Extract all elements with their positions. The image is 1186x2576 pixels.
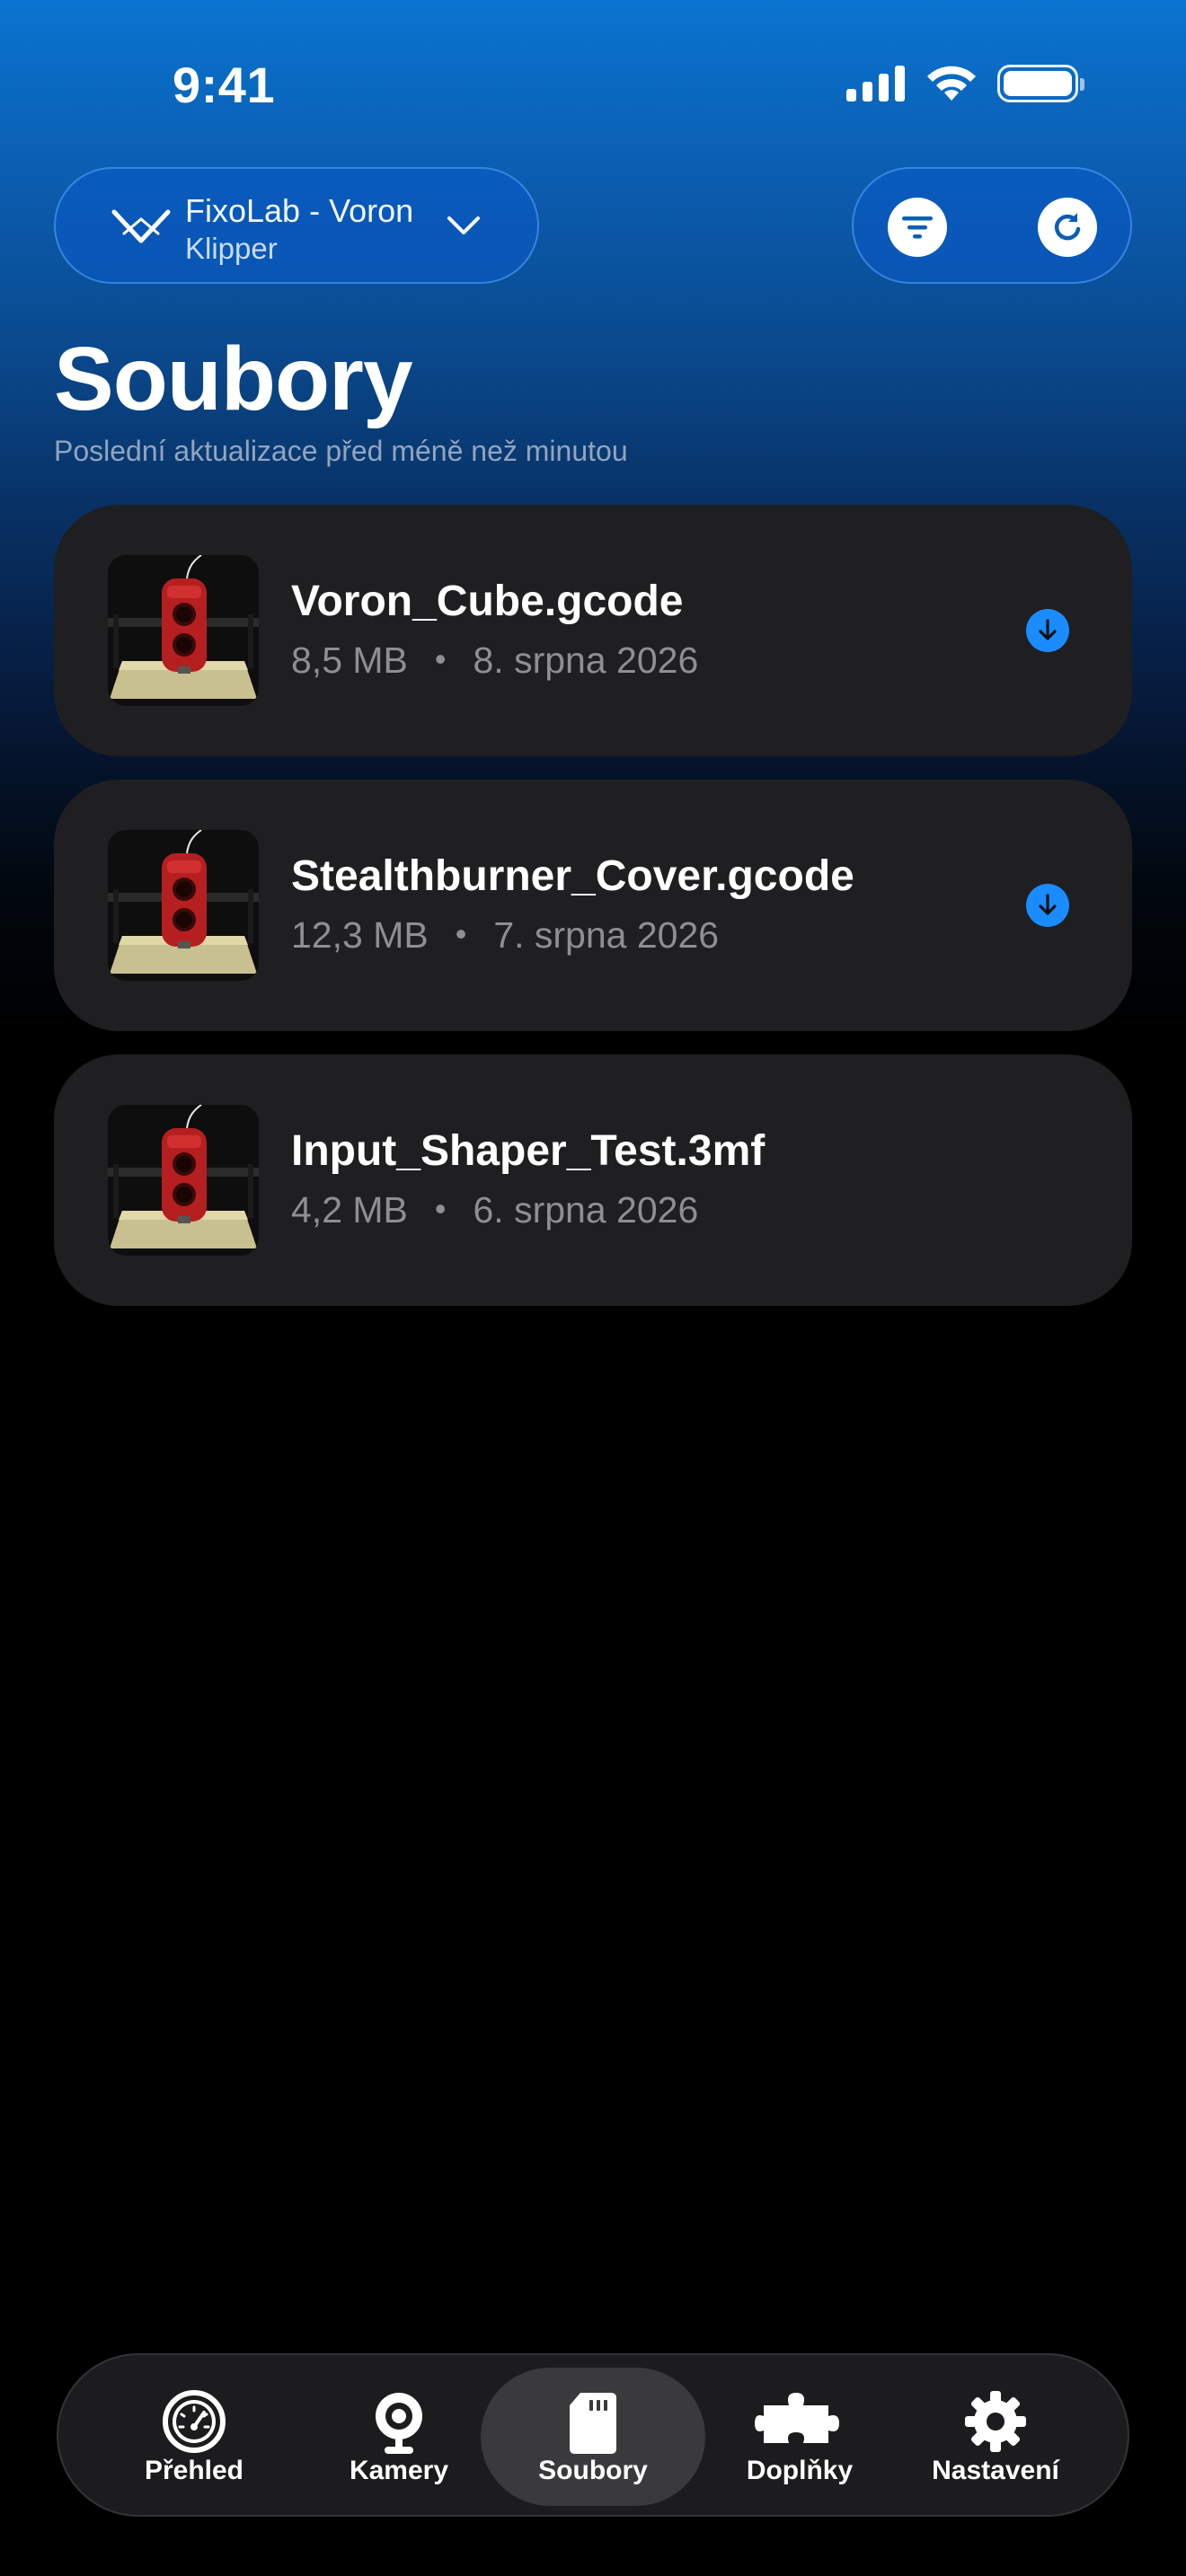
tab-soubory[interactable]: Soubory (481, 2368, 705, 2506)
file-date: 7. srpna 2026 (493, 914, 720, 956)
refresh-button[interactable] (1038, 198, 1097, 257)
gauge-icon (163, 2390, 226, 2453)
file-card[interactable]: Stealthburner_Cover.gcode 12,3 MB • 7. srp… (54, 780, 1132, 1031)
cellular-signal-icon (846, 66, 905, 101)
tab-label: Přehled (144, 2456, 244, 2485)
downloaded-icon (1026, 609, 1069, 652)
printer-name: FixoLab - Voron (185, 192, 414, 229)
gear-icon (965, 2391, 1026, 2452)
file-size: 4,2 MB (291, 1189, 408, 1231)
last-update-label: Poslední aktualizace před méně než minut… (54, 435, 628, 467)
tab-nastaveni[interactable]: Nastavení (883, 2368, 1108, 2506)
file-meta: 8,5 MB • 8. srpna 2026 (291, 640, 698, 682)
file-date: 8. srpna 2026 (473, 640, 699, 681)
printer-type: Klipper (185, 232, 278, 265)
meta-separator: • (455, 915, 467, 953)
status-icons (846, 65, 1084, 102)
filter-button[interactable] (888, 198, 947, 257)
downloaded-icon (1026, 884, 1069, 927)
tab-doplnky[interactable]: Doplňky (687, 2368, 912, 2506)
status-time: 9:41 (173, 57, 276, 113)
printer-selector[interactable]: FixoLab - Voron Klipper (54, 167, 539, 284)
header-actions (852, 167, 1132, 284)
webcam-icon (376, 2393, 422, 2454)
file-name: Stealthburner_Cover.gcode (291, 852, 854, 900)
refresh-icon (1054, 213, 1081, 241)
file-size: 12,3 MB (291, 914, 429, 956)
puzzle-icon (755, 2393, 839, 2443)
filter-icon (902, 216, 933, 239)
tab-label: Doplňky (746, 2456, 854, 2485)
meta-separator: • (434, 1190, 447, 1228)
tab-prehled[interactable]: Přehled (82, 2368, 306, 2506)
page-title: Soubory (54, 329, 413, 429)
file-card[interactable]: Voron_Cube.gcode 8,5 MB • 8. srpna 2026 (54, 505, 1132, 756)
file-date: 6. srpna 2026 (473, 1189, 699, 1231)
file-size: 8,5 MB (291, 640, 408, 681)
file-name: Voron_Cube.gcode (291, 578, 684, 625)
meta-separator: • (434, 640, 447, 678)
tab-label: Nastavení (932, 2456, 1059, 2485)
file-thumbnail (108, 830, 259, 981)
battery-icon (997, 65, 1084, 102)
sd-card-icon (570, 2393, 616, 2454)
voron-logo-icon (111, 209, 171, 243)
file-meta: 4,2 MB • 6. srpna 2026 (291, 1189, 698, 1231)
tab-label: Soubory (538, 2456, 648, 2485)
file-name: Input_Shaper_Test.3mf (291, 1127, 766, 1175)
file-meta: 12,3 MB • 7. srpna 2026 (291, 914, 719, 957)
tab-kamery[interactable]: Kamery (287, 2368, 511, 2506)
file-card[interactable]: Input_Shaper_Test.3mf 4,2 MB • 6. srpna 20… (54, 1054, 1132, 1306)
file-thumbnail (108, 555, 259, 706)
wifi-icon (927, 66, 976, 101)
tab-bar: Přehled Kamery Soubory Doplňky Nastavení (57, 2353, 1129, 2517)
tab-label: Kamery (349, 2456, 449, 2485)
file-thumbnail (108, 1105, 259, 1256)
chevron-down-icon (447, 216, 480, 234)
